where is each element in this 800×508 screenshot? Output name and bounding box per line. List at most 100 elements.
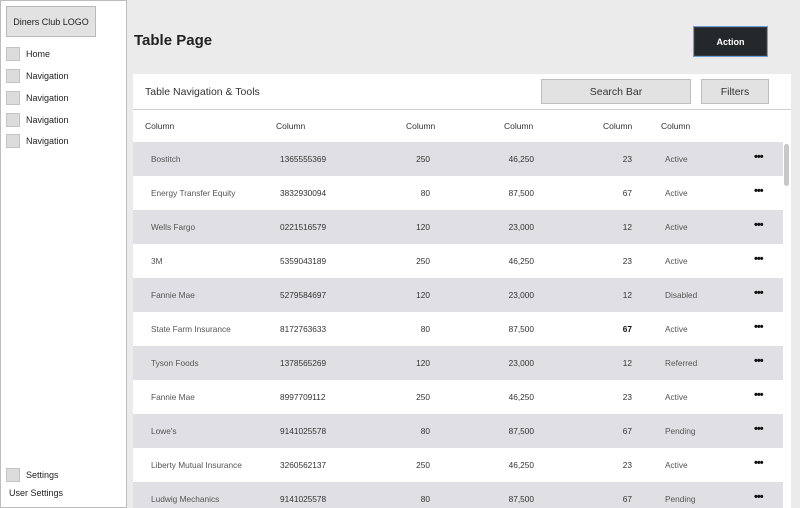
cell-count: 23 [622,154,632,164]
cell-count: 12 [622,222,632,232]
table-row[interactable]: Bostitch 1365555369 250 46,250 23 Active… [133,142,783,176]
more-options-icon[interactable]: ••• [754,389,764,401]
cell-status: Active [665,188,688,198]
home-icon [6,47,20,61]
cell-status: Active [665,392,688,402]
user-settings-link[interactable]: User Settings [9,488,63,498]
search-bar[interactable]: Search Bar [541,79,691,104]
cell-amount: 46,250 [508,154,534,164]
cell-status: Active [665,222,688,232]
toolbar-title: Table Navigation & Tools [145,86,260,98]
cell-amount: 87,500 [508,426,534,436]
sidebar-item-label: Navigation [26,71,69,81]
cell-amount: 46,250 [508,392,534,402]
table-row[interactable]: Fannie Mae 5279584697 120 23,000 12 Disa… [133,278,783,312]
more-options-icon[interactable]: ••• [754,355,764,367]
cell-quantity: 80 [420,188,430,198]
scrollbar-thumb[interactable] [784,144,789,186]
more-options-icon[interactable]: ••• [754,219,764,231]
cell-status: Pending [665,494,696,504]
sidebar-item-label: Navigation [26,115,69,125]
sidebar-item-settings[interactable]: Settings [6,467,59,483]
cell-status: Active [665,324,688,334]
more-options-icon[interactable]: ••• [754,321,764,333]
sidebar-item-home[interactable]: Home [6,46,50,62]
cell-count: 12 [622,358,632,368]
cell-name: Wells Fargo [151,222,196,232]
cell-quantity: 80 [420,494,430,504]
cell-number: 8997709112 [280,392,326,402]
column-header[interactable]: Column [406,121,435,131]
cell-name: Bostitch [151,154,181,164]
table-row[interactable]: State Farm Insurance 8172763633 80 87,50… [133,312,783,346]
column-header[interactable]: Column [661,121,690,131]
cell-quantity: 250 [416,154,430,164]
cell-count: 67 [622,188,632,198]
table-row[interactable]: Tyson Foods 1378565269 120 23,000 12 Ref… [133,346,783,380]
sidebar-item-navigation-1[interactable]: Navigation [6,68,69,84]
table-row[interactable]: Ludwig Mechanics 9141025578 80 87,500 67… [133,482,783,508]
cell-number: 5279584697 [280,290,327,300]
more-options-icon[interactable]: ••• [754,151,764,163]
cell-amount: 87,500 [508,494,534,504]
cell-name: Liberty Mutual Insurance [151,460,242,470]
column-header[interactable]: Column [603,121,632,131]
cell-amount: 23,000 [508,358,534,368]
sidebar-item-navigation-4[interactable]: Navigation [6,133,69,149]
cell-name: State Farm Insurance [151,324,231,334]
logo[interactable]: Diners Club LOGO [6,6,96,37]
cell-name: Fannie Mae [151,392,195,402]
navigation-icon [6,113,20,127]
more-options-icon[interactable]: ••• [754,185,764,197]
table-header: Column Column Column Column Column Colum… [133,110,791,142]
cell-status: Active [665,256,688,266]
table-row[interactable]: Wells Fargo 0221516579 120 23,000 12 Act… [133,210,783,244]
table-toolbar: Table Navigation & Tools Search Bar Filt… [133,74,791,110]
table-row[interactable]: Lowe's 9141025578 80 87,500 67 Pending •… [133,414,783,448]
sidebar-item-navigation-3[interactable]: Navigation [6,112,69,128]
action-button[interactable]: Action [694,27,767,56]
sidebar-item-navigation-2[interactable]: Navigation [6,90,69,106]
cell-number: 9141025578 [280,426,327,436]
cell-amount: 87,500 [508,188,534,198]
more-options-icon[interactable]: ••• [754,491,764,503]
cell-count: 67 [622,426,632,436]
cell-name: Fannie Mae [151,290,195,300]
more-options-icon[interactable]: ••• [754,423,764,435]
sidebar-item-label: Navigation [26,93,69,103]
more-options-icon[interactable]: ••• [754,457,764,469]
column-header[interactable]: Column [276,121,305,131]
table-row[interactable]: Liberty Mutual Insurance 3260562137 250 … [133,448,783,482]
cell-number: 5359043189 [280,256,327,266]
cell-number: 1365555369 [280,154,327,164]
cell-number: 3832930094 [280,188,327,198]
cell-name: Energy Transfer Equity [151,188,236,198]
cell-name: Tyson Foods [151,358,199,368]
table-row[interactable]: 3M 5359043189 250 46,250 23 Active ••• [133,244,783,278]
cell-number: 0221516579 [280,222,327,232]
cell-amount: 46,250 [508,460,534,470]
column-header[interactable]: Column [504,121,533,131]
table-row[interactable]: Energy Transfer Equity 3832930094 80 87,… [133,176,783,210]
more-options-icon[interactable]: ••• [754,287,764,299]
cell-status: Pending [665,426,696,436]
table-row[interactable]: Fannie Mae 8997709112 250 46,250 23 Acti… [133,380,783,414]
more-options-icon[interactable]: ••• [754,253,764,265]
cell-quantity: 120 [416,358,430,368]
cell-amount: 87,500 [508,324,534,334]
cell-quantity: 120 [416,290,430,300]
sidebar-item-label: Navigation [26,136,69,146]
table-scrollbar[interactable] [783,142,791,508]
cell-count: 67 [622,324,632,334]
column-header[interactable]: Column [145,121,174,131]
cell-name: 3M [151,256,163,266]
cell-count: 12 [622,290,632,300]
cell-quantity: 80 [420,426,430,436]
cell-quantity: 250 [416,256,430,266]
cell-count: 23 [622,392,632,402]
cell-number: 1378565269 [280,358,327,368]
table-body: Bostitch 1365555369 250 46,250 23 Active… [133,142,783,508]
cell-status: Active [665,460,688,470]
filters-button[interactable]: Filters [701,79,769,104]
cell-number: 8172763633 [280,324,327,334]
